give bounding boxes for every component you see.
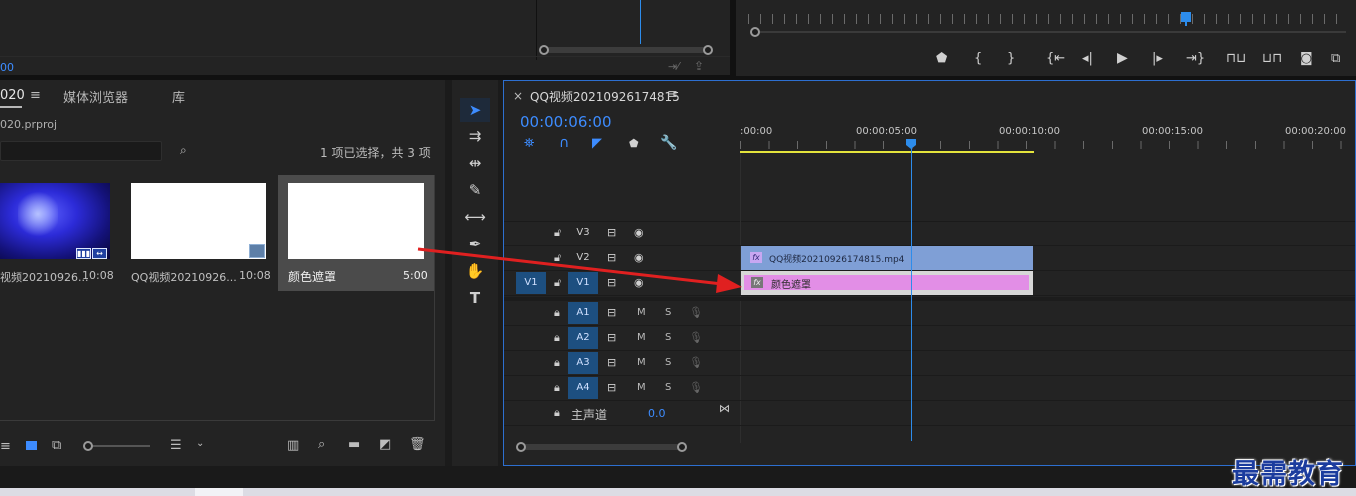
watermark-logo: 最需教育 [1232, 459, 1344, 490]
premiere-window: 00 ⇥⁄ ⇪ ⬟ { } {⇤ ◂| ▶ |▸ ⇥} ⊓⊔ ⊔⊓ ◙ ⧉ 02… [0, 0, 1356, 496]
annotation-arrow [417, 247, 742, 293]
status-bar [0, 466, 1356, 488]
taskbar-strip [0, 488, 1356, 496]
